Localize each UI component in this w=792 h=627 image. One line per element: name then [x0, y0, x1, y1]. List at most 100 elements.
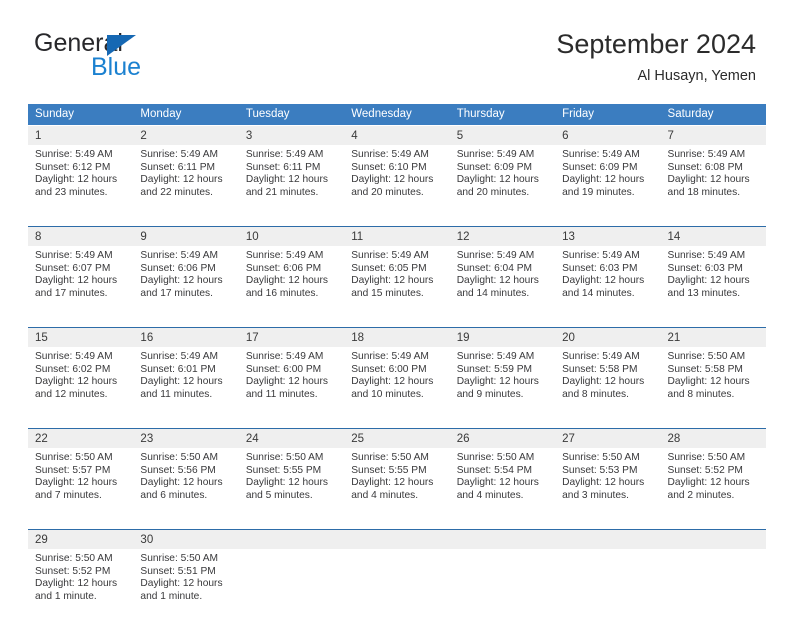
daylight-text-line2: and 1 minute.	[35, 590, 97, 602]
sunrise-text: Sunrise: 5:50 AM	[562, 452, 640, 463]
sunrise-text: Sunrise: 5:49 AM	[351, 351, 429, 362]
day-number[interactable]: 18	[344, 327, 450, 347]
day-number[interactable]: 23	[133, 428, 239, 448]
week-5-daynumbers: 29 30	[28, 529, 766, 549]
day-number[interactable]: 12	[449, 226, 556, 246]
day-cell[interactable]: Sunrise: 5:49 AM Sunset: 6:06 PM Dayligh…	[238, 246, 345, 324]
daylight-text-line1: Daylight: 12 hours	[35, 578, 118, 590]
sunrise-text: Sunrise: 5:49 AM	[245, 250, 324, 261]
day-number[interactable]: 28	[660, 428, 766, 448]
sunrise-text: Sunrise: 5:50 AM	[140, 553, 219, 564]
day-cell[interactable]: Sunrise: 5:49 AM Sunset: 6:08 PM Dayligh…	[660, 145, 766, 223]
day-number[interactable]: 4	[344, 125, 450, 145]
daylight-text-line2: and 11 minutes.	[140, 388, 213, 400]
day-cell[interactable]: Sunrise: 5:49 AM Sunset: 6:11 PM Dayligh…	[133, 145, 239, 223]
day-cell[interactable]: Sunrise: 5:50 AM Sunset: 5:55 PM Dayligh…	[344, 448, 450, 526]
day-number[interactable]: 15	[28, 327, 134, 347]
week-4-daynumbers: 22 23 24 25 26 27 28	[28, 428, 766, 448]
day-number[interactable]: 9	[133, 226, 239, 246]
day-number[interactable]: 22	[28, 428, 134, 448]
day-number[interactable]: 17	[238, 327, 345, 347]
day-cell[interactable]: Sunrise: 5:49 AM Sunset: 6:00 PM Dayligh…	[238, 347, 345, 425]
week-5-details: Sunrise: 5:50 AM Sunset: 5:52 PM Dayligh…	[28, 549, 766, 627]
daylight-text-line2: and 14 minutes.	[456, 287, 530, 299]
day-cell[interactable]: Sunrise: 5:49 AM Sunset: 5:59 PM Dayligh…	[449, 347, 556, 425]
day-number[interactable]: 19	[449, 327, 556, 347]
day-number[interactable]: 25	[344, 428, 450, 448]
daylight-text-line1: Daylight: 12 hours	[35, 275, 118, 287]
day-cell[interactable]: Sunrise: 5:49 AM Sunset: 5:58 PM Dayligh…	[555, 347, 661, 425]
day-cell[interactable]: Sunrise: 5:49 AM Sunset: 6:12 PM Dayligh…	[28, 145, 134, 223]
sunrise-text: Sunrise: 5:49 AM	[562, 149, 640, 160]
day-number[interactable]: 2	[133, 125, 239, 145]
empty-day-cell	[344, 549, 450, 627]
day-number[interactable]: 14	[660, 226, 766, 246]
day-cell[interactable]: Sunrise: 5:50 AM Sunset: 5:53 PM Dayligh…	[555, 448, 661, 526]
daylight-text-line2: and 14 minutes.	[562, 287, 635, 299]
daylight-text-line1: Daylight: 12 hours	[351, 477, 434, 489]
empty-day-cell	[344, 529, 450, 549]
day-cell[interactable]: Sunrise: 5:50 AM Sunset: 5:58 PM Dayligh…	[660, 347, 766, 425]
day-cell[interactable]: Sunrise: 5:49 AM Sunset: 6:09 PM Dayligh…	[555, 145, 661, 223]
day-number[interactable]: 7	[660, 125, 766, 145]
week-4-details: Sunrise: 5:50 AM Sunset: 5:57 PM Dayligh…	[28, 448, 766, 526]
day-cell[interactable]: Sunrise: 5:50 AM Sunset: 5:51 PM Dayligh…	[133, 549, 239, 627]
day-cell[interactable]: Sunrise: 5:49 AM Sunset: 6:01 PM Dayligh…	[133, 347, 239, 425]
day-cell[interactable]: Sunrise: 5:50 AM Sunset: 5:52 PM Dayligh…	[28, 549, 134, 627]
sunset-text: Sunset: 6:03 PM	[562, 262, 638, 274]
daylight-text-line2: and 13 minutes.	[667, 287, 741, 299]
day-number[interactable]: 6	[555, 125, 661, 145]
day-cell[interactable]: Sunrise: 5:49 AM Sunset: 6:10 PM Dayligh…	[344, 145, 450, 223]
day-number[interactable]: 24	[238, 428, 345, 448]
day-number[interactable]: 3	[238, 125, 345, 145]
sunrise-text: Sunrise: 5:49 AM	[562, 250, 640, 261]
sunset-text: Sunset: 5:56 PM	[140, 464, 216, 476]
day-cell[interactable]: Sunrise: 5:49 AM Sunset: 6:05 PM Dayligh…	[344, 246, 450, 324]
daylight-text-line2: and 8 minutes.	[667, 388, 735, 400]
day-cell[interactable]: Sunrise: 5:49 AM Sunset: 6:06 PM Dayligh…	[133, 246, 239, 324]
daylight-text-line1: Daylight: 12 hours	[667, 477, 750, 489]
weekday-header-sunday: Sunday	[28, 104, 134, 126]
daylight-text-line2: and 12 minutes.	[35, 388, 108, 400]
daylight-text-line2: and 17 minutes.	[140, 287, 213, 299]
sunset-text: Sunset: 6:10 PM	[351, 161, 427, 173]
day-number[interactable]: 10	[238, 226, 345, 246]
day-number[interactable]: 8	[28, 226, 134, 246]
daylight-text-line1: Daylight: 12 hours	[140, 376, 223, 388]
day-number[interactable]: 20	[555, 327, 661, 347]
day-cell[interactable]: Sunrise: 5:50 AM Sunset: 5:55 PM Dayligh…	[238, 448, 345, 526]
daylight-text-line1: Daylight: 12 hours	[35, 376, 118, 388]
day-number[interactable]: 26	[449, 428, 556, 448]
daylight-text-line2: and 20 minutes.	[351, 186, 424, 198]
day-number[interactable]: 30	[133, 529, 239, 549]
daylight-text-line1: Daylight: 12 hours	[245, 477, 328, 489]
day-cell[interactable]: Sunrise: 5:49 AM Sunset: 6:02 PM Dayligh…	[28, 347, 134, 425]
sunrise-text: Sunrise: 5:50 AM	[667, 351, 746, 362]
day-cell[interactable]: Sunrise: 5:49 AM Sunset: 6:11 PM Dayligh…	[238, 145, 345, 223]
day-cell[interactable]: Sunrise: 5:49 AM Sunset: 6:09 PM Dayligh…	[449, 145, 556, 223]
day-cell[interactable]: Sunrise: 5:49 AM Sunset: 6:07 PM Dayligh…	[28, 246, 134, 324]
day-number[interactable]: 27	[555, 428, 661, 448]
calendar-table: Sunday Monday Tuesday Wednesday Thursday…	[28, 104, 766, 627]
day-cell[interactable]: Sunrise: 5:50 AM Sunset: 5:54 PM Dayligh…	[449, 448, 556, 526]
day-number[interactable]: 13	[555, 226, 661, 246]
day-number[interactable]: 1	[28, 125, 134, 145]
day-cell[interactable]: Sunrise: 5:50 AM Sunset: 5:52 PM Dayligh…	[660, 448, 766, 526]
logo-generalblue[interactable]: General Blue	[34, 30, 264, 88]
daylight-text-line2: and 19 minutes.	[562, 186, 635, 198]
day-cell[interactable]: Sunrise: 5:49 AM Sunset: 6:00 PM Dayligh…	[344, 347, 450, 425]
day-cell[interactable]: Sunrise: 5:49 AM Sunset: 6:03 PM Dayligh…	[660, 246, 766, 324]
day-number[interactable]: 29	[28, 529, 134, 549]
day-number[interactable]: 11	[344, 226, 450, 246]
day-cell[interactable]: Sunrise: 5:49 AM Sunset: 6:04 PM Dayligh…	[449, 246, 556, 324]
day-cell[interactable]: Sunrise: 5:50 AM Sunset: 5:56 PM Dayligh…	[133, 448, 239, 526]
day-cell[interactable]: Sunrise: 5:50 AM Sunset: 5:57 PM Dayligh…	[28, 448, 134, 526]
day-number[interactable]: 21	[660, 327, 766, 347]
sunset-text: Sunset: 6:07 PM	[35, 262, 111, 274]
day-number[interactable]: 5	[449, 125, 556, 145]
day-number[interactable]: 16	[133, 327, 239, 347]
page-title: September 2024	[556, 29, 756, 59]
day-cell[interactable]: Sunrise: 5:49 AM Sunset: 6:03 PM Dayligh…	[555, 246, 661, 324]
daylight-text-line1: Daylight: 12 hours	[35, 477, 118, 489]
sunset-text: Sunset: 5:58 PM	[667, 363, 743, 375]
